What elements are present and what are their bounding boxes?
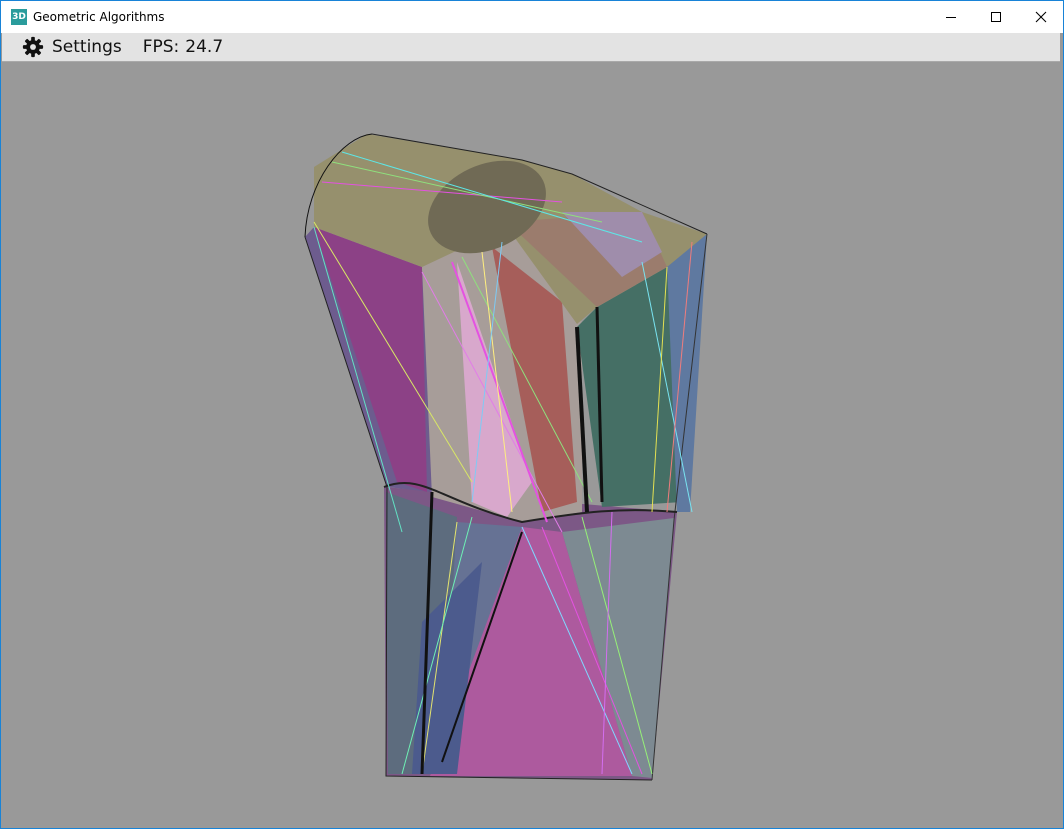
minimize-button[interactable] [928, 1, 973, 33]
fps-label: FPS: [142, 37, 180, 57]
app-icon: 3D [11, 9, 27, 25]
maximize-icon [990, 12, 1001, 22]
close-button[interactable] [1018, 1, 1063, 33]
gear-icon [22, 36, 44, 58]
fps-value: 24.7 [185, 37, 224, 57]
settings-label: Settings [52, 37, 122, 57]
window-title: Geometric Algorithms [33, 10, 165, 24]
minimize-icon [945, 17, 956, 18]
fps-counter: FPS: 24.7 [143, 37, 223, 57]
app-window: 3D Geometric Algorithms Settings FPS: 24… [0, 0, 1064, 829]
mesh-render [304, 133, 708, 781]
maximize-button[interactable] [973, 1, 1018, 33]
mesh-face [314, 227, 427, 492]
window-controls [928, 1, 1063, 33]
menu-bar: Settings FPS: 24.7 [2, 33, 1060, 62]
render-viewport[interactable] [2, 62, 1062, 827]
close-icon [1035, 11, 1046, 23]
title-bar[interactable]: 3D Geometric Algorithms [1, 1, 1063, 33]
settings-menu[interactable]: Settings [22, 36, 122, 58]
